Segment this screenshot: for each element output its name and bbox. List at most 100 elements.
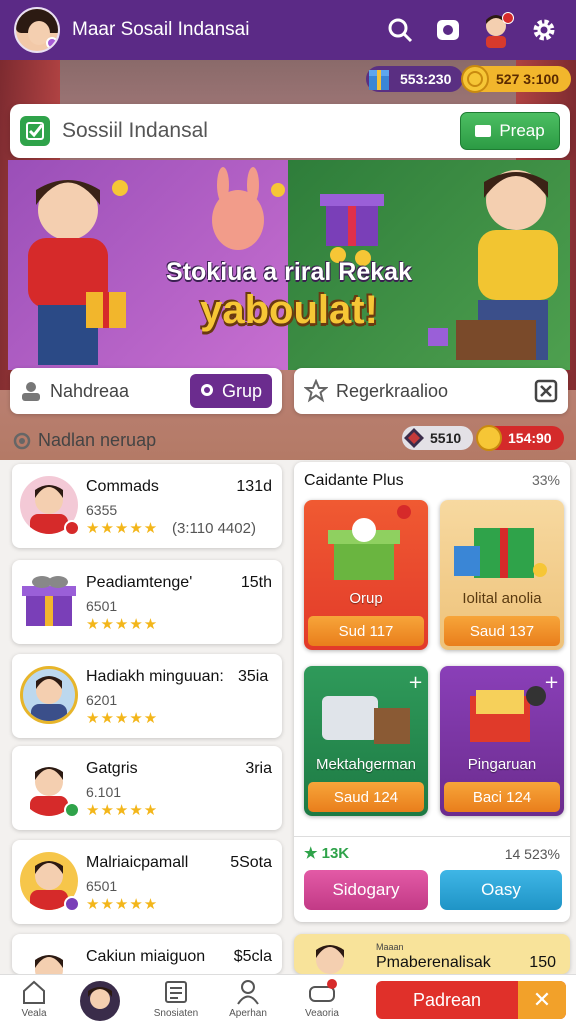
sidogary-button[interactable]: Sidogary: [304, 870, 428, 910]
gift-price-button[interactable]: Saud 137: [444, 616, 560, 646]
card-icon: [475, 125, 492, 137]
nav-item-veaoria[interactable]: Veaoria: [292, 979, 352, 1019]
promo-card[interactable]: Maaan Pmaberenalisak 150: [294, 934, 570, 974]
divider: [294, 836, 570, 837]
banner-subheadline: yaboulat!: [200, 288, 378, 332]
nav-avatar[interactable]: [80, 981, 120, 1021]
search-icon[interactable]: [382, 12, 418, 48]
player-name: Malriaicpamall: [86, 854, 189, 871]
nav-item-label: Aperhan: [229, 1008, 267, 1019]
nav-item-home[interactable]: Veala: [4, 979, 64, 1019]
list-item[interactable]: Commads 131d 6355 ★★★★★ (3:110 4402): [12, 464, 282, 548]
player-rank: 3ria: [245, 760, 272, 777]
gift-card-orup[interactable]: Orup Sud 117: [304, 500, 428, 650]
app-title: Maar Sosail Indansai: [72, 19, 250, 40]
gear-icon[interactable]: [526, 12, 562, 48]
grup-button-label: Grup: [221, 380, 263, 401]
coin-count: 527 3:100: [496, 71, 560, 87]
rank-badge-icon: [64, 802, 80, 818]
search-small-icon: [200, 384, 213, 396]
nav-item-label: Veaoria: [305, 1008, 339, 1019]
player-score: 6501: [86, 878, 118, 894]
gem-box-icon: [362, 62, 396, 96]
rating-stars: ★★★★★: [86, 520, 159, 537]
player-extra: (3:110 4402): [172, 520, 256, 537]
gift-label: Orup: [349, 590, 383, 607]
diamond-icon: [400, 424, 428, 452]
nav-item-aperhan[interactable]: Aperhan: [218, 979, 278, 1019]
gift-price-button[interactable]: Baci 124: [444, 782, 560, 812]
player-rank: 15th: [240, 574, 272, 591]
nav-item-label: Snosiaten: [153, 1008, 199, 1019]
promo-value: 150: [529, 954, 556, 971]
star-outline-icon: [304, 379, 328, 403]
section-title: Nadlan neruap: [38, 430, 157, 450]
gift-label: Mektahgerman: [315, 756, 417, 773]
svg-text:+: +: [544, 672, 559, 693]
promo-avatar: [316, 945, 344, 974]
checkmark-icon: [20, 116, 50, 146]
gem-counter[interactable]: 553:230: [366, 66, 464, 92]
section-gem-counter[interactable]: 5510: [400, 424, 474, 452]
grup-button[interactable]: Grup: [190, 374, 272, 408]
coin-counter[interactable]: 527 3:100: [461, 65, 572, 93]
close-icon[interactable]: ✕: [518, 981, 566, 1019]
close-box-icon[interactable]: [534, 379, 558, 403]
section-coin-counter[interactable]: 154:90: [476, 425, 564, 451]
news-icon: [165, 981, 187, 1003]
profile-badge-icon[interactable]: [478, 12, 514, 48]
nahdreaa-label: Nahdreaa: [50, 380, 130, 401]
player-score: 6355: [86, 502, 118, 518]
player-score: 6201: [86, 692, 118, 708]
gifts-panel-percent: 33%: [531, 472, 560, 488]
list-item[interactable]: Peadiamtenge' 15th 6501 ★★★★★: [12, 560, 282, 644]
gifts-footer-left: ★ 13K: [304, 844, 349, 862]
list-item[interactable]: Gatgris 3ria 6.101 ★★★★★: [12, 746, 282, 830]
rank-badge-icon: [64, 896, 80, 912]
gift-price-button[interactable]: Sud 117: [308, 616, 424, 646]
gift-box-icon: [328, 505, 411, 580]
rank-badge-icon: [64, 520, 80, 536]
player-rank: 35ia: [238, 668, 269, 685]
user-avatar[interactable]: [14, 7, 60, 53]
gift-price-button[interactable]: Saud 124: [308, 782, 424, 812]
gift-card-mektahgerman[interactable]: + Mektahgerman Saud 124: [304, 666, 428, 816]
gamepad-icon: [309, 979, 337, 1002]
nav-item-snosiaten[interactable]: Snosiaten: [146, 979, 206, 1019]
list-item[interactable]: Hadiakh minguuan: 35ia 6201 ★★★★★: [12, 654, 282, 738]
preap-button[interactable]: Preap: [460, 112, 560, 150]
person-icon: [237, 980, 259, 1005]
gifts-panel-title: Caidante Plus: [304, 472, 404, 489]
gift-label: Pingaruan: [467, 756, 537, 773]
banner-headline: Stokiua a riral Rekak: [166, 258, 412, 286]
bottom-nav: Veala Snosiaten Aperhan Veaoria Padrean …: [0, 974, 576, 1024]
gem-count: 553:230: [400, 71, 452, 87]
player-name: Cakiun miaiguon: [86, 948, 206, 965]
list-item[interactable]: Malriaicpamall 5Sota 6501 ★★★★★: [12, 840, 282, 924]
camera-icon[interactable]: [430, 12, 466, 48]
regerkraalioo-label: Regerkraalioo: [336, 380, 449, 401]
status-dot: [46, 37, 58, 49]
player-rank: 131d: [236, 478, 272, 495]
treasure-box-icon: +: [470, 672, 559, 742]
promo-banner[interactable]: Stokiua a riral Rekak yaboulat!: [8, 160, 570, 370]
padrean-button-label: Padrean: [412, 989, 482, 1010]
coin-icon: [474, 423, 504, 453]
gift-avatar: [20, 572, 78, 630]
regerkraalioo-tab[interactable]: Regerkraalioo: [294, 368, 568, 414]
preap-button-label: Preap: [499, 121, 545, 140]
player-name: Commads: [86, 478, 159, 495]
rating-stars: ★★★★★: [86, 710, 159, 727]
gift-card-iolital[interactable]: Iolital anolia Saud 137: [440, 500, 564, 650]
player-name: Hadiakh minguuan:: [86, 668, 224, 685]
nahdreaa-tab[interactable]: Nahdreaa Grup: [10, 368, 282, 414]
gift-card-pingaruan[interactable]: + Pingaruan Baci 124: [440, 666, 564, 816]
player-name: Peadiamtenge': [86, 574, 193, 591]
promo-title: Pmaberenalisak: [376, 954, 491, 971]
oasy-button[interactable]: Oasy: [440, 870, 562, 910]
svg-text:+: +: [408, 672, 423, 693]
list-item[interactable]: Cakiun miaiguon $5cla: [12, 934, 282, 974]
padrean-button[interactable]: Padrean ✕: [376, 981, 566, 1019]
search-input[interactable]: [62, 119, 460, 143]
player-score: 6.101: [86, 784, 122, 800]
